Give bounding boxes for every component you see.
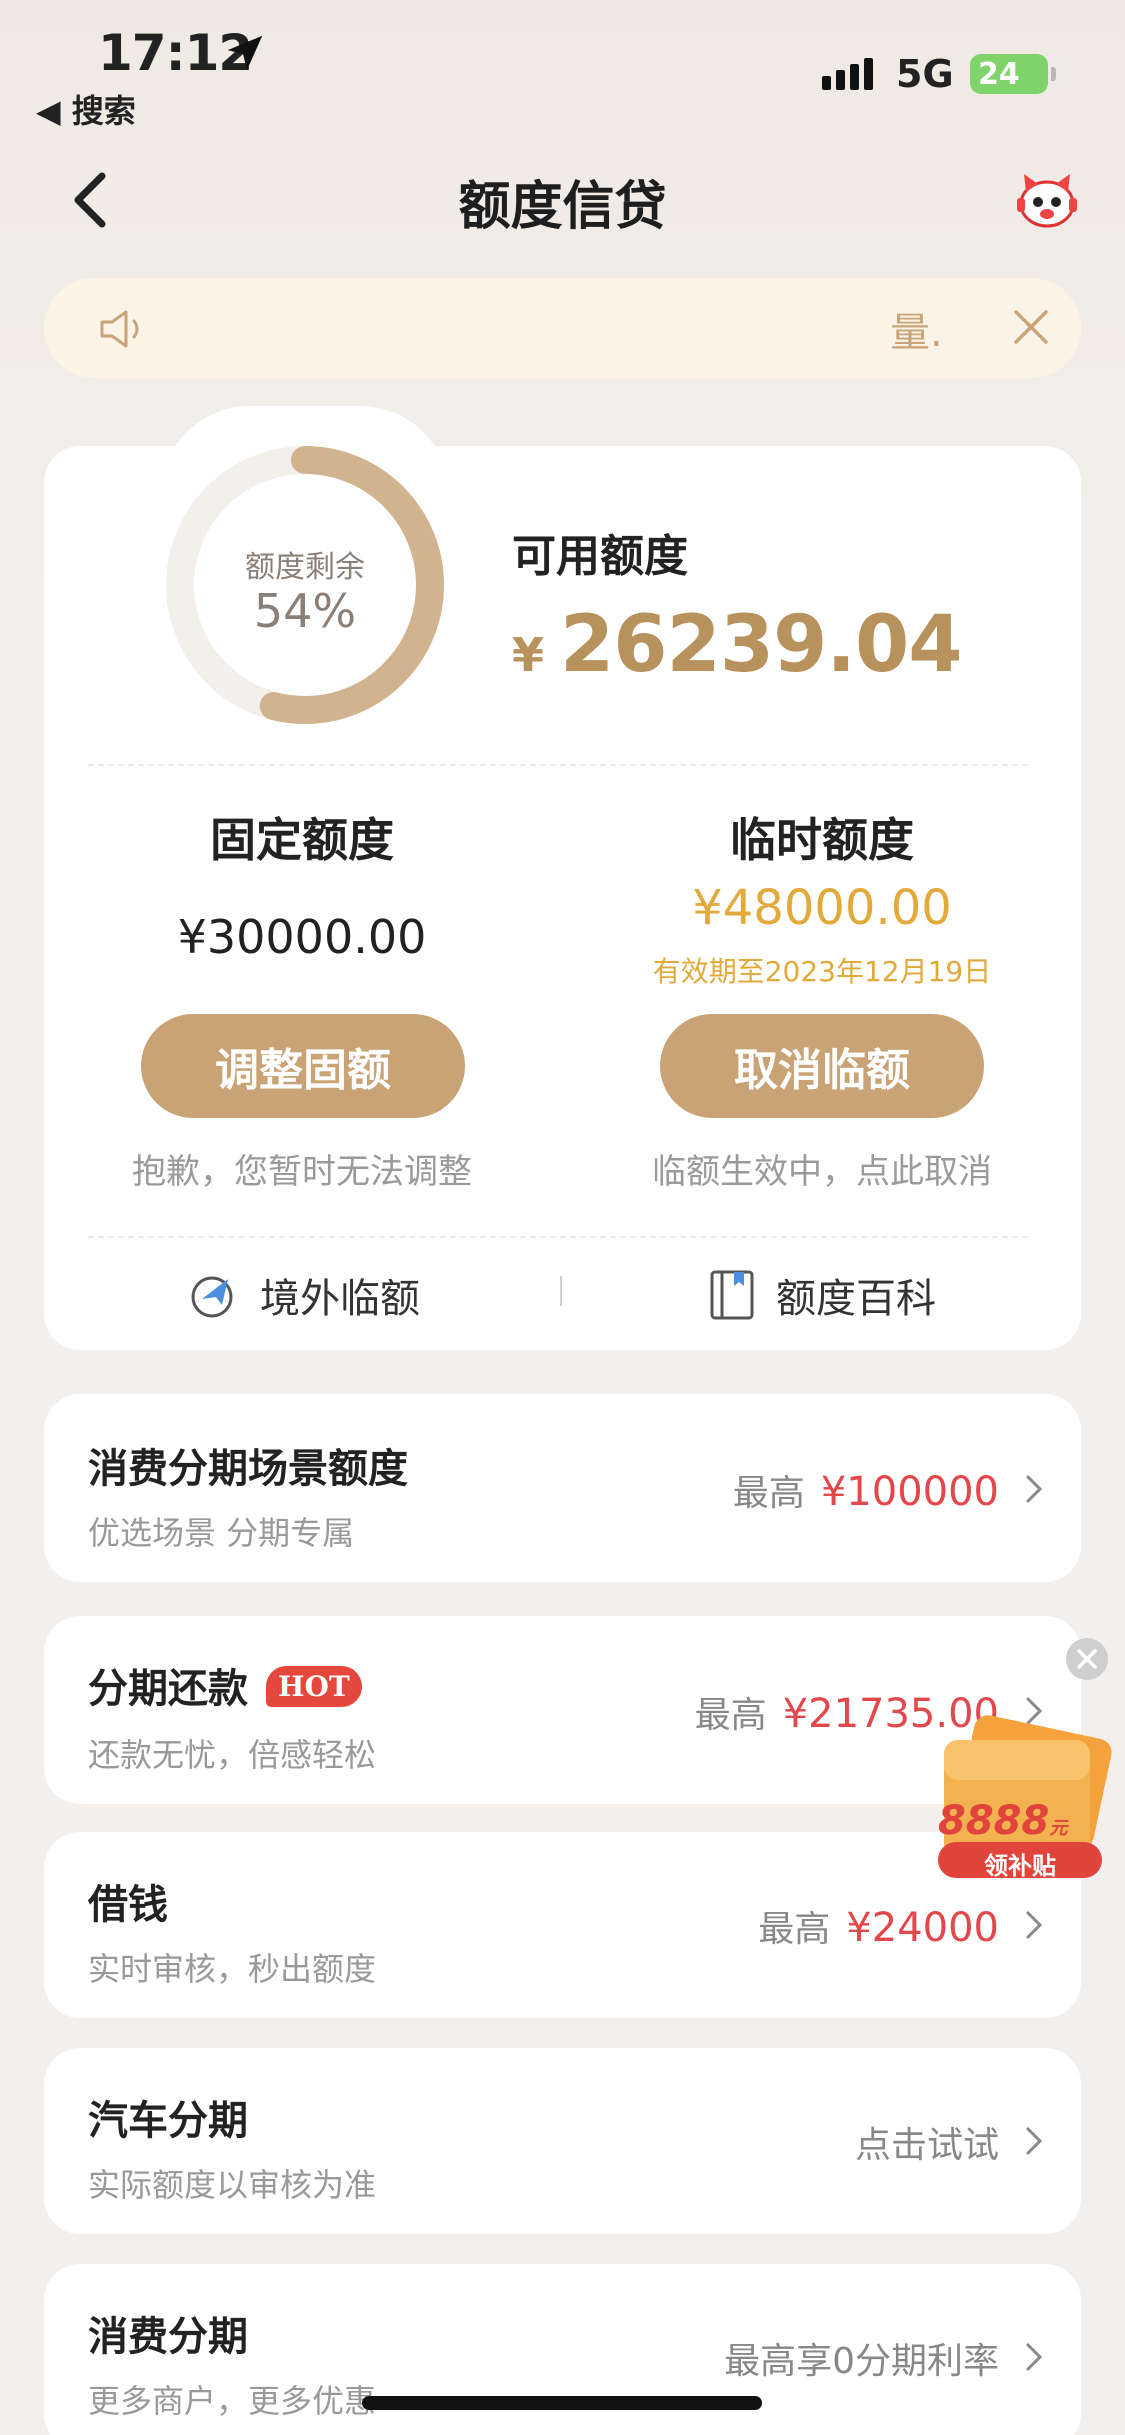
list-item-title: 分期还款 HOT xyxy=(88,1656,362,1714)
book-icon xyxy=(710,1270,754,1320)
home-indicator xyxy=(362,2396,762,2410)
credit-wiki-link[interactable]: 额度百科 xyxy=(708,1266,936,1324)
notice-text: 量. xyxy=(890,310,943,356)
chevron-right-icon xyxy=(1026,2127,1043,2155)
list-item-subtitle: 实际额度以审核为准 xyxy=(88,2166,377,2204)
value-amount: ¥100000 xyxy=(820,1469,999,1515)
battery-indicator: 24 xyxy=(970,54,1056,94)
mascot-icon[interactable] xyxy=(1014,168,1080,230)
temp-credit-validity: 有效期至2023年12月19日 xyxy=(652,955,992,988)
currency-symbol: ¥ xyxy=(512,628,545,682)
close-icon[interactable] xyxy=(1006,302,1056,352)
overseas-temp-label: 境外临额 xyxy=(260,1276,420,1322)
list-item-title: 消费分期场景额度 xyxy=(88,1446,408,1492)
value-prefix: 最高 xyxy=(758,1909,831,1950)
list-item-title-text: 分期还款 xyxy=(88,1666,248,1712)
value-prefix: 点击试试 xyxy=(854,2125,999,2166)
list-item-title: 借钱 xyxy=(88,1882,168,1928)
list-item-title: 消费分期 xyxy=(88,2314,248,2360)
back-to-app-link[interactable]: ◀ 搜索 xyxy=(36,86,136,132)
value-prefix: 最高 xyxy=(694,1695,767,1736)
fixed-credit-amount: ¥30000.00 xyxy=(177,910,427,964)
location-arrow-icon xyxy=(227,35,263,71)
chevron-right-icon xyxy=(1026,1911,1043,1939)
close-icon xyxy=(1077,1649,1097,1669)
list-item-value: 点击试试 xyxy=(855,2116,999,2168)
notice-bar[interactable]: 量. xyxy=(44,278,1081,378)
chevron-right-icon xyxy=(1026,1475,1043,1503)
subsidy-amount: 8888元 xyxy=(938,1798,1067,1844)
ring-percent: 54% xyxy=(253,584,357,638)
value-amount: ¥24000 xyxy=(846,1905,999,1951)
list-item-subtitle: 实时审核，秒出额度 xyxy=(88,1950,377,1988)
network-type: 5G xyxy=(896,52,954,96)
list-item-title: 汽车分期 xyxy=(88,2098,248,2144)
credit-wiki-label: 额度百科 xyxy=(776,1276,936,1322)
list-item-value: 最高 ¥100000 xyxy=(733,1464,999,1516)
list-item-installment-scene[interactable]: 消费分期场景额度 优选场景 分期专属 最高 ¥100000 xyxy=(44,1394,1081,1582)
subsidy-unit: 元 xyxy=(1049,1818,1068,1839)
battery-level: 24 xyxy=(978,56,1020,92)
cancel-temp-note[interactable]: 临额生效中，点此取消 xyxy=(602,1144,1042,1193)
adjust-fixed-button[interactable]: 调整固额 xyxy=(141,1014,465,1118)
list-item-value: 最高 ¥24000 xyxy=(758,1900,999,1952)
chevron-right-icon xyxy=(1026,2343,1043,2371)
temp-credit-title: 临时额度 xyxy=(730,813,914,867)
fixed-credit-title: 固定额度 xyxy=(210,813,394,867)
divider xyxy=(88,1236,1028,1238)
link-separator xyxy=(560,1276,562,1306)
signal-icon xyxy=(822,58,873,90)
airplane-globe-icon xyxy=(191,1276,233,1318)
temp-credit-amount: ¥48000.00 xyxy=(692,880,952,936)
available-label: 可用额度 xyxy=(512,531,688,582)
ring-label: 额度剩余 xyxy=(245,550,365,585)
list-item-car-installment[interactable]: 汽车分期 实际额度以审核为准 点击试试 xyxy=(44,2048,1081,2234)
cancel-temp-button[interactable]: 取消临额 xyxy=(660,1014,984,1118)
subsidy-label: 领补贴 xyxy=(984,1852,1056,1880)
overseas-temp-link[interactable]: 境外临额 xyxy=(188,1266,420,1324)
list-item-value: 最高享0分期利率 xyxy=(724,2332,999,2384)
float-close-button[interactable] xyxy=(1066,1638,1108,1680)
adjust-fixed-note: 抱歉，您暂时无法调整 xyxy=(132,1152,472,1192)
list-item-borrow[interactable]: 借钱 实时审核，秒出额度 最高 ¥24000 xyxy=(44,1832,1081,2018)
value-prefix: 最高享0分期利率 xyxy=(724,2341,999,2382)
list-item-subtitle: 还款无忧，倍感轻松 xyxy=(88,1736,377,1774)
speaker-icon xyxy=(100,310,139,348)
available-amount: 26239.04 xyxy=(560,600,963,690)
list-item-installment-repay[interactable]: 分期还款 HOT 还款无忧，倍感轻松 最高 ¥21735.00 xyxy=(44,1616,1081,1804)
list-item-subtitle: 更多商户，更多优惠 xyxy=(88,2382,377,2420)
list-item-subtitle: 优选场景 分期专属 xyxy=(88,1514,355,1552)
divider xyxy=(88,764,1028,766)
subsidy-amount-text: 8888 xyxy=(938,1798,1050,1844)
subsidy-float-badge[interactable]: 8888元 领补贴 xyxy=(930,1712,1114,1884)
page-title: 额度信贷 xyxy=(458,177,667,237)
hot-badge: HOT xyxy=(266,1666,362,1707)
value-prefix: 最高 xyxy=(732,1473,805,1514)
